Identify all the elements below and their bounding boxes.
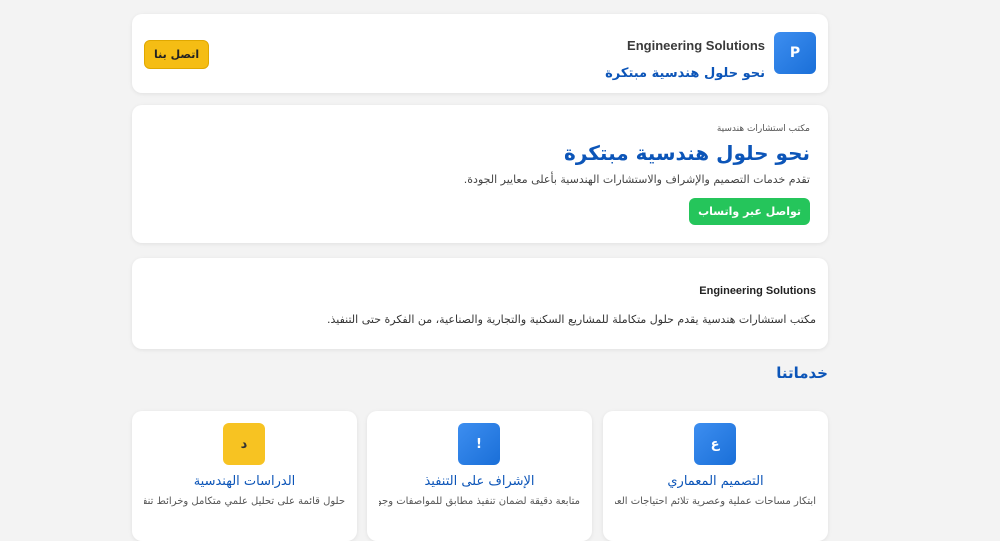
- about-text: مكتب استشارات هندسية يقدم حلول متكاملة ل…: [327, 313, 816, 326]
- hero-title: نحو حلول هندسية مبتكرة: [564, 141, 810, 165]
- brand-name[interactable]: Engineering Solutions: [627, 38, 765, 53]
- alert-icon: !: [458, 423, 500, 465]
- services-heading: خدماتنا: [776, 364, 828, 382]
- service-title: الإشراف على التنفيذ: [424, 474, 535, 489]
- service-card-architectural-design[interactable]: ع التصميم المعماري ابتكار مساحات عملية و…: [603, 411, 828, 541]
- site-header: P Engineering Solutions نحو حلول هندسية …: [132, 14, 828, 93]
- service-card-engineering-studies[interactable]: د الدراسات الهندسية حلول قائمة على تحليل…: [132, 411, 357, 541]
- service-card-supervision[interactable]: ! الإشراف على التنفيذ متابعة دقيقة لضمان…: [367, 411, 592, 541]
- studies-icon: د: [223, 423, 265, 465]
- hero-section: مكتب استشارات هندسية نحو حلول هندسية مبت…: [132, 105, 828, 243]
- service-title: الدراسات الهندسية: [193, 474, 296, 489]
- hero-description: تقدم خدمات التصميم والإشراف والاستشارات …: [463, 173, 810, 186]
- architecture-icon: ع: [694, 423, 736, 465]
- hero-eyebrow: مكتب استشارات هندسية: [716, 124, 810, 134]
- whatsapp-button[interactable]: تواصل عبر واتساب: [689, 198, 810, 225]
- service-description: ابتكار مساحات عملية وعصرية تلائم احتياجا…: [615, 496, 816, 507]
- service-description: متابعة دقيقة لضمان تنفيذ مطابق للمواصفات…: [379, 496, 580, 507]
- service-description: حلول قائمة على تحليل علمي متكامل وخرائط …: [144, 496, 345, 507]
- service-title: التصميم المعماري: [667, 474, 764, 489]
- about-section: Engineering Solutions مكتب استشارات هندس…: [132, 258, 828, 349]
- about-title: Engineering Solutions: [699, 285, 816, 297]
- brand-tagline: نحو حلول هندسية مبتكرة: [605, 66, 765, 81]
- contact-button[interactable]: اتصل بنا: [144, 40, 210, 69]
- logo[interactable]: P: [774, 32, 816, 74]
